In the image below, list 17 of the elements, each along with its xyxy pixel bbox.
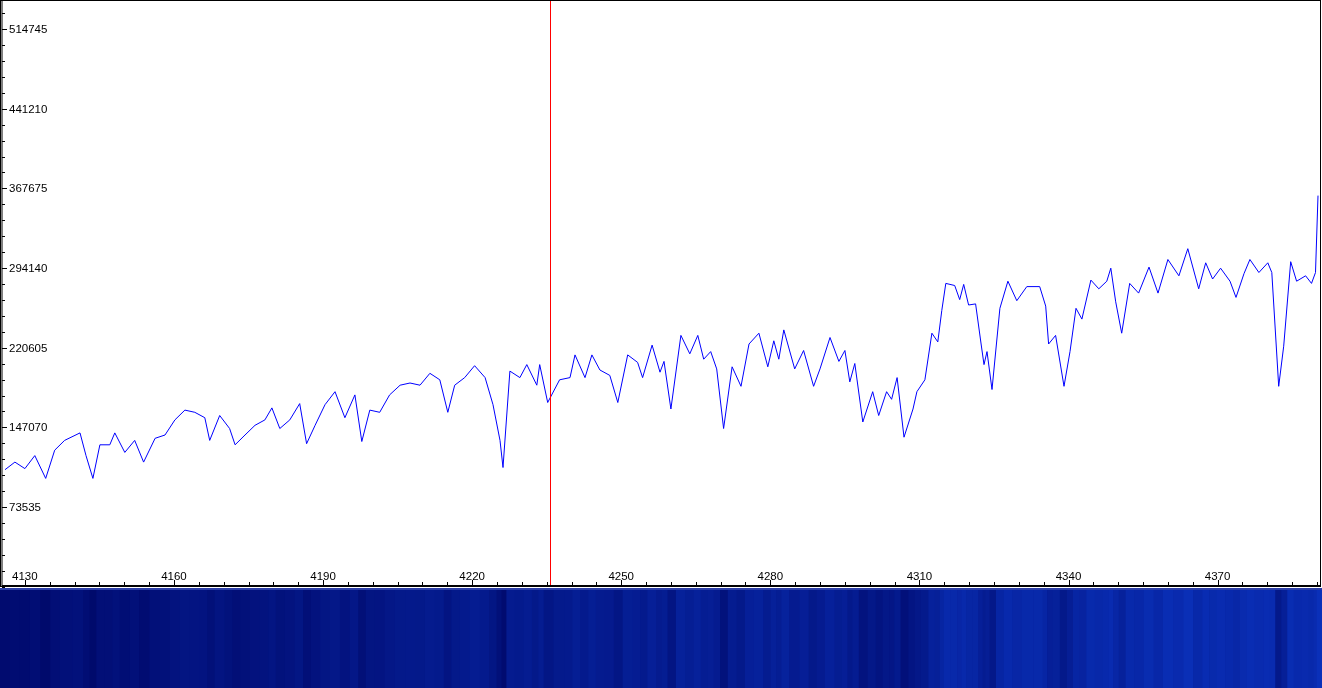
x-tick-label: 4130 [12,570,38,582]
y-tick-label: 294140 [9,262,48,275]
x-tick-label: 4160 [161,570,187,582]
x-tick-label: 4220 [459,570,485,582]
x-tick-label: 4310 [906,570,933,582]
x-tick-label: 4190 [310,570,336,582]
x-tick-label: 4280 [757,570,784,582]
cursor-line[interactable] [550,0,551,586]
y-tick-label: 147070 [9,421,48,434]
x-tick-label: 4250 [608,570,635,582]
y-tick-label: 441210 [9,102,48,115]
x-tick-label: 4370 [1204,570,1231,582]
y-tick-label: 73535 [9,501,41,514]
y-tick-label: 514745 [9,23,48,36]
x-tick-label: 4340 [1055,570,1082,582]
y-tick-label: 367675 [9,182,48,195]
y-tick-label: 220605 [9,341,48,354]
